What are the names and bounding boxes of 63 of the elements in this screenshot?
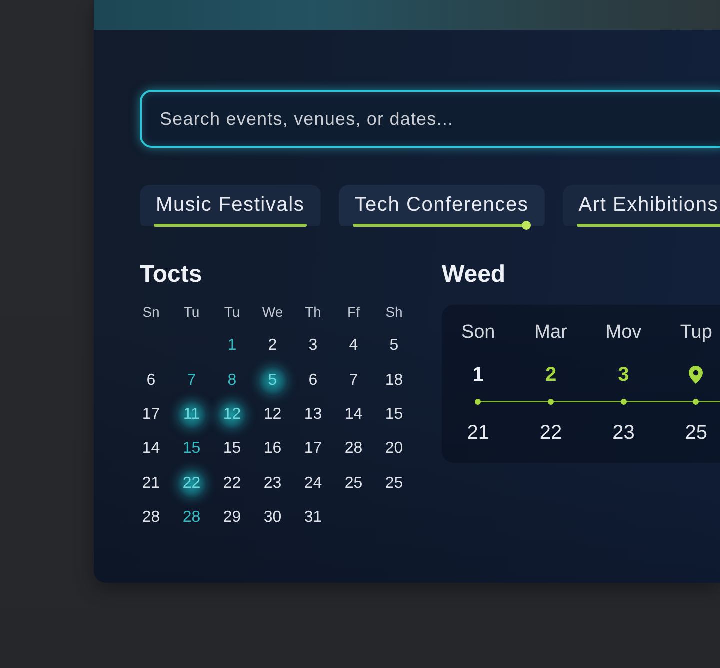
calendar-day[interactable]: 25	[338, 468, 369, 499]
calendar-day[interactable]: 7	[338, 366, 369, 396]
calendar-day[interactable]: 21	[136, 468, 166, 499]
month-title: Tocts	[140, 261, 202, 289]
calendar-day[interactable]: 29	[217, 503, 248, 534]
calendar-day[interactable]: 25	[379, 468, 410, 499]
weekday-label: We	[262, 304, 284, 320]
calendar-day[interactable]: 12	[258, 400, 288, 430]
date-label: 23	[612, 421, 635, 445]
weekday-label: Tu	[184, 304, 200, 320]
timeline-dot-icon	[475, 399, 482, 405]
calendar-day[interactable]: 22	[217, 468, 248, 499]
weekday-label: Sh	[386, 304, 403, 320]
timeline-dot-icon	[620, 399, 627, 405]
calendar-day[interactable]: 6	[136, 366, 166, 396]
category-chip[interactable]: Music Festivals	[140, 185, 321, 230]
calendar-day[interactable]: 8	[217, 366, 248, 396]
weekday-label: Th	[305, 304, 322, 320]
calendar-day[interactable]: 15	[379, 400, 410, 430]
calendar-day[interactable]: 7	[176, 366, 207, 396]
weekday-label: Ff	[348, 304, 360, 320]
calendar-day[interactable]: 16	[258, 434, 288, 464]
weekday-label: Tup	[680, 322, 712, 344]
calendar-day[interactable]: 28	[176, 503, 207, 534]
category-chip[interactable]: Art Exhibitions	[562, 185, 720, 230]
calendar-day[interactable]: 30	[258, 503, 288, 534]
day-number: 1	[472, 363, 484, 387]
calendar-day[interactable]: 2	[258, 331, 288, 362]
week-title: Weed	[442, 261, 506, 289]
calendar-day[interactable]: 17	[136, 400, 166, 430]
weekday-label: Son	[461, 322, 496, 344]
date-label: 21	[467, 421, 490, 445]
calendar-day[interactable]: 17	[298, 434, 328, 464]
calendar-day[interactable]: 28	[338, 434, 369, 464]
date-label: 25	[685, 421, 708, 445]
weekday-label: Sn	[142, 304, 160, 320]
calendar-day[interactable]: 5	[379, 331, 410, 362]
calendar-day[interactable]: 18	[379, 366, 410, 396]
category-chip[interactable]: Tech Conferences	[338, 185, 545, 230]
calendar-day[interactable]: 23	[258, 468, 288, 499]
timeline-dot-icon	[548, 399, 554, 405]
calendar-day[interactable]: 14	[338, 400, 369, 430]
calendar-day[interactable]: 28	[136, 503, 166, 534]
calendar-day[interactable]: 31	[298, 503, 328, 534]
weekday-label: Mov	[606, 322, 642, 344]
calendar-day[interactable]: 1	[217, 331, 248, 362]
calendar-day[interactable]: 24	[298, 468, 328, 499]
calendar-day[interactable]: 15	[217, 434, 248, 464]
weekday-label: Tu	[224, 304, 240, 320]
day-number: 3	[618, 363, 630, 387]
dot-icon	[522, 221, 531, 230]
calendar-day[interactable]: 4	[338, 331, 369, 362]
calendar-day[interactable]: 15	[176, 434, 207, 464]
weekday-label: Mar	[534, 322, 568, 344]
calendar-day[interactable]: 3	[298, 331, 328, 362]
calendar-day[interactable]: 14	[136, 434, 166, 464]
date-label: 22	[540, 421, 562, 445]
calendar-day[interactable]: 13	[298, 400, 328, 430]
calendar-day[interactable]: 6	[298, 366, 328, 396]
timeline-dot-icon	[693, 399, 700, 405]
calendar-day[interactable]: 20	[379, 434, 410, 464]
day-number: 2	[545, 363, 557, 387]
search-field[interactable]: Search events, venues, or dates...	[140, 90, 720, 148]
